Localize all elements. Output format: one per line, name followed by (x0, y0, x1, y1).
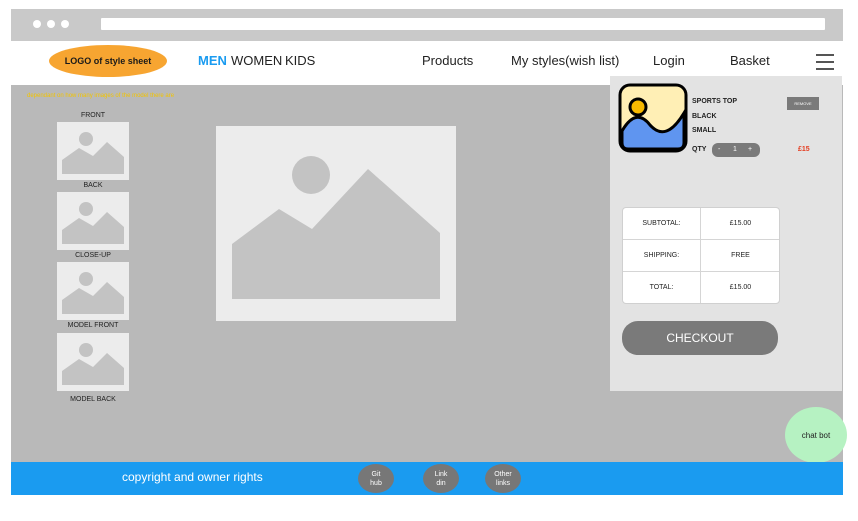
cart-item-size: SMALL (692, 127, 717, 134)
summary-label: SUBTOTAL: (642, 220, 681, 227)
image-placeholder-icon (62, 343, 124, 385)
nav-wishlist[interactable]: My styles(wish list) (511, 53, 619, 69)
linkedin-link[interactable]: Link din (423, 464, 459, 493)
thumbnail-label: CLOSE-UP (75, 252, 111, 259)
cart-item-image-icon[interactable] (618, 83, 688, 153)
qty-plus-button[interactable]: + (748, 145, 752, 155)
window-dot-icon[interactable] (61, 20, 69, 28)
thumbnail-front[interactable] (57, 122, 129, 180)
table-row: SUBTOTAL: £15.00 (623, 208, 779, 239)
qty-label: QTY (692, 146, 707, 153)
remove-label: REMOVE (794, 101, 812, 106)
chat-bot-label: chat bot (801, 430, 831, 440)
thumbnail-label: MODEL BACK (70, 396, 116, 403)
copyright-text: copyright and owner rights (122, 470, 263, 484)
checkout-label: CHECKOUT (666, 331, 734, 345)
nav-women[interactable]: WOMEN (231, 53, 282, 69)
thumbnail-label: FRONT (80, 112, 106, 119)
github-link[interactable]: Git hub (358, 464, 394, 493)
browser-title-bar (11, 9, 843, 41)
link-text: Git (371, 470, 381, 478)
cart-item-name: SPORTS TOP (692, 98, 737, 105)
nav-products[interactable]: Products (422, 53, 473, 69)
summary-value: FREE (700, 240, 780, 271)
thumbnail-close-up[interactable] (57, 262, 129, 320)
link-text: hub (370, 479, 382, 487)
link-text: Other (494, 470, 512, 478)
footer: copyright and owner rights Git hub Link di… (11, 462, 843, 495)
image-count-note: dependant on how many images of the mode… (27, 93, 175, 99)
summary-value: £15.00 (700, 208, 780, 239)
link-text: links (495, 479, 510, 487)
image-placeholder-icon (232, 156, 440, 299)
other-links[interactable]: Other links (485, 464, 521, 493)
link-text: Link (434, 470, 448, 478)
address-bar[interactable] (101, 18, 825, 30)
thumbnail-label: BACK (83, 182, 103, 189)
qty-minus-button[interactable]: - (718, 145, 720, 155)
thumbnail-back[interactable] (57, 192, 129, 250)
table-row: SHIPPING: FREE (623, 239, 779, 271)
nav-basket[interactable]: Basket (730, 53, 770, 69)
nav-login[interactable]: Login (653, 53, 685, 69)
window-dot-icon[interactable] (47, 20, 55, 28)
checkout-button[interactable]: CHECKOUT (622, 321, 778, 355)
cart-panel: SPORTS TOP BLACK SMALL REMOVE QTY - 1 + … (610, 76, 842, 391)
window-dot-icon[interactable] (33, 20, 41, 28)
thumbnail-model-front[interactable] (57, 333, 129, 391)
thumbnail-label: MODEL FRONT (67, 322, 119, 329)
qty-value: 1 (733, 146, 737, 153)
summary-value: £15.00 (700, 272, 780, 303)
main-product-image[interactable] (216, 126, 456, 321)
nav-men[interactable]: MEN (198, 53, 227, 69)
quantity-stepper[interactable]: - 1 + (712, 143, 760, 157)
image-placeholder-icon (62, 272, 124, 314)
table-row: TOTAL: £15.00 (623, 271, 779, 303)
logo-text: LOGO of style sheet (64, 56, 152, 66)
cart-item-price: £15 (798, 146, 810, 153)
link-text: din (436, 479, 446, 487)
logo[interactable]: LOGO of style sheet (49, 45, 167, 77)
chat-bot-button[interactable]: chat bot (785, 407, 847, 463)
hamburger-menu-icon[interactable] (816, 53, 834, 70)
image-placeholder-icon (62, 202, 124, 244)
summary-label: TOTAL: (649, 284, 674, 291)
remove-button[interactable]: REMOVE (787, 97, 819, 110)
image-placeholder-icon (62, 132, 124, 174)
order-summary-table: SUBTOTAL: £15.00 SHIPPING: FREE TOTAL: £… (622, 207, 780, 304)
cart-item-color: BLACK (692, 113, 717, 120)
summary-label: SHIPPING: (643, 252, 680, 259)
nav-kids[interactable]: KIDS (285, 53, 315, 69)
